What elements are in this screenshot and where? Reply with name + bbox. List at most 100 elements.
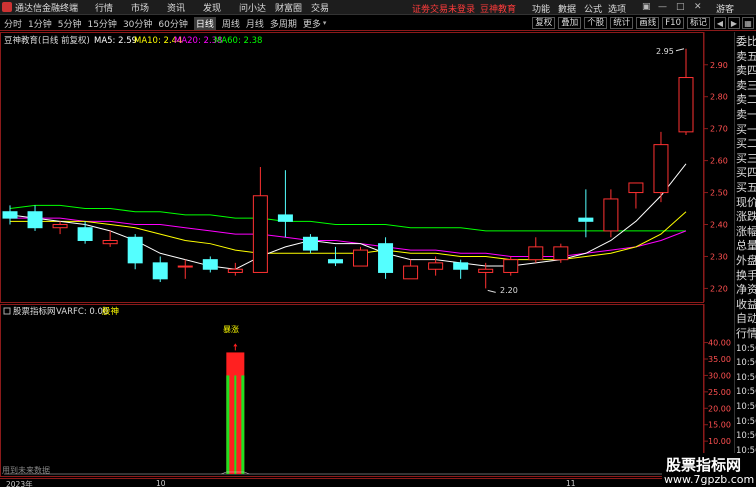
login-status[interactable]: 证劵交易未登录 bbox=[412, 2, 475, 15]
high-marker-arrow bbox=[675, 48, 685, 52]
low-price-label: 2.20 bbox=[500, 286, 518, 295]
tab-30min[interactable]: 30分钟 bbox=[123, 17, 152, 30]
candle-body-down bbox=[302, 236, 318, 251]
stock-button[interactable]: 个股 bbox=[584, 17, 608, 29]
overlay-button[interactable]: 叠加 bbox=[558, 17, 582, 29]
watermark-title: 股票指标网 bbox=[666, 456, 742, 474]
kline-chart[interactable]: 豆神教育(日线 前复权) MA5: 2.59 MA10: 2.44 MA20: … bbox=[0, 32, 734, 479]
tab-timeshare[interactable]: 分时 bbox=[4, 17, 22, 30]
candle-body-up bbox=[52, 224, 68, 229]
price-tick-label: 2.60 bbox=[710, 157, 728, 166]
side-panel-label: 卖四 bbox=[736, 64, 756, 78]
side-panel-label: 总量 bbox=[736, 239, 756, 253]
tab-monthly[interactable]: 月线 bbox=[246, 17, 264, 30]
indicator-tag: 股神 bbox=[102, 306, 119, 317]
high-price-label: 2.95 bbox=[656, 47, 674, 56]
timeline-month-10: 10 bbox=[156, 479, 166, 487]
settings-icon[interactable]: ▣ bbox=[642, 2, 651, 12]
indicator-bar-green-mid bbox=[234, 375, 237, 474]
side-panel-label: 10:50 bbox=[736, 387, 756, 398]
candle-body-down bbox=[327, 259, 343, 264]
side-panel-label: 10:50 bbox=[736, 402, 756, 412]
candle-body-down bbox=[77, 227, 93, 241]
side-panel-label: 卖一 bbox=[736, 108, 756, 121]
menu-data[interactable]: 數据 bbox=[558, 2, 576, 15]
draw-button[interactable]: 画线 bbox=[636, 17, 660, 29]
guest-label[interactable]: 游客 bbox=[716, 2, 734, 15]
candle-body-down bbox=[152, 262, 168, 280]
arrow-left-icon[interactable]: ◀ bbox=[714, 17, 726, 29]
quote-side-panel: 委比 卖五 卖四 卖三 卖二 卖一 买一 买二 买三 买四 买五 现价 涨跌 涨幅 总量 外盘 换手 净资 收益 自动… bbox=[734, 32, 756, 480]
candle-body-up bbox=[403, 265, 419, 280]
signal-label: 暴涨 bbox=[223, 324, 239, 334]
side-panel-label: 自动 bbox=[736, 312, 756, 326]
indicator-tick-label: 40.00 bbox=[708, 339, 731, 348]
candle-body-down bbox=[27, 211, 43, 229]
indicator-tick-label: 20.00 bbox=[708, 404, 731, 413]
menu-item-wealth[interactable]: 财富圈 bbox=[275, 1, 303, 14]
candle-body-down bbox=[453, 262, 469, 270]
close-icon[interactable]: ✕ bbox=[694, 2, 702, 12]
menu-item-discover[interactable]: 发现 bbox=[203, 1, 231, 14]
candle-body-down bbox=[277, 214, 293, 222]
tab-multi-period[interactable]: 多周期 bbox=[270, 17, 297, 30]
indicator-toggle-icon[interactable] bbox=[3, 307, 11, 315]
menu-formula[interactable]: 公式 bbox=[584, 2, 602, 15]
menu-item-market[interactable]: 市场 bbox=[131, 1, 159, 14]
minimize-icon[interactable]: — bbox=[658, 2, 667, 12]
timeline-year-label: 2023年 bbox=[6, 480, 33, 487]
candle-body-up bbox=[528, 246, 544, 261]
price-tick-label: 2.50 bbox=[710, 189, 728, 198]
tab-daily[interactable]: 日线 bbox=[193, 16, 216, 30]
arrow-right-icon[interactable]: ▶ bbox=[728, 17, 740, 29]
indicator-tick-label: 25.00 bbox=[708, 388, 731, 397]
side-panel-label: 买四 bbox=[736, 166, 756, 180]
main-panel-frame bbox=[0, 32, 704, 303]
adjust-button[interactable]: 复权 bbox=[532, 17, 556, 29]
menu-item-ask[interactable]: 问小达 bbox=[239, 1, 267, 14]
chart-tools: 复权 叠加 个股 统计 画线 F10 标记 bbox=[529, 17, 710, 29]
menu-item-quotes[interactable]: 行情 bbox=[95, 1, 123, 14]
side-panel-label: 10:50 bbox=[736, 431, 756, 442]
menu-item-trade[interactable]: 交易 bbox=[311, 1, 339, 14]
candle-body-up bbox=[428, 262, 444, 270]
tab-5min[interactable]: 5分钟 bbox=[58, 17, 82, 30]
menu-function[interactable]: 功能 bbox=[532, 2, 550, 15]
menu-item-news[interactable]: 资讯 bbox=[167, 1, 195, 14]
side-panel-label: 净资 bbox=[736, 283, 756, 297]
side-panel-label: 卖五 bbox=[736, 49, 756, 63]
indicator-tick-label: 30.00 bbox=[708, 371, 731, 380]
tab-15min[interactable]: 15分钟 bbox=[87, 17, 116, 30]
candle-body-down bbox=[378, 243, 394, 273]
candle-body-down bbox=[202, 259, 218, 270]
side-panel-label: 委比 bbox=[736, 35, 756, 48]
menu-options[interactable]: 选项 bbox=[608, 2, 626, 15]
chevron-down-icon[interactable]: ▾ bbox=[323, 19, 327, 27]
chart-area[interactable]: 豆神教育(日线 前复权) MA5: 2.59 MA10: 2.44 MA20: … bbox=[0, 32, 731, 480]
side-panel-label: 换手 bbox=[736, 268, 756, 282]
candle-body-up bbox=[653, 144, 669, 194]
ma-lines bbox=[9, 163, 687, 270]
timeline-month-11: 11 bbox=[566, 479, 576, 487]
maximize-icon[interactable]: □ bbox=[676, 2, 685, 12]
side-panel-label: 现价 bbox=[736, 195, 756, 209]
time-axis: 2023年 10 11 bbox=[0, 478, 734, 487]
tab-60min[interactable]: 60分钟 bbox=[158, 17, 187, 30]
side-panel-label: 买三 bbox=[736, 151, 756, 165]
tab-weekly[interactable]: 周线 bbox=[222, 17, 240, 30]
stats-button[interactable]: 统计 bbox=[610, 17, 634, 29]
mark-button[interactable]: 标记 bbox=[686, 17, 710, 29]
candle-body-up bbox=[603, 198, 619, 232]
candle-body-up bbox=[678, 77, 694, 133]
f10-button[interactable]: F10 bbox=[662, 17, 684, 29]
grid-icon[interactable]: ▦ bbox=[742, 17, 754, 29]
tab-1min[interactable]: 1分钟 bbox=[28, 17, 52, 30]
ma20-line bbox=[10, 217, 687, 257]
side-panel-label: 买五 bbox=[736, 181, 756, 194]
indicator-tick-label: 10.00 bbox=[708, 437, 731, 446]
stock-name-link[interactable]: 豆神教育 bbox=[480, 2, 516, 15]
indicator-bars bbox=[4, 343, 700, 475]
indicator-bar-green-right bbox=[241, 375, 245, 474]
side-panel-label: 买一 bbox=[736, 122, 756, 136]
tab-more[interactable]: 更多 bbox=[303, 17, 321, 30]
